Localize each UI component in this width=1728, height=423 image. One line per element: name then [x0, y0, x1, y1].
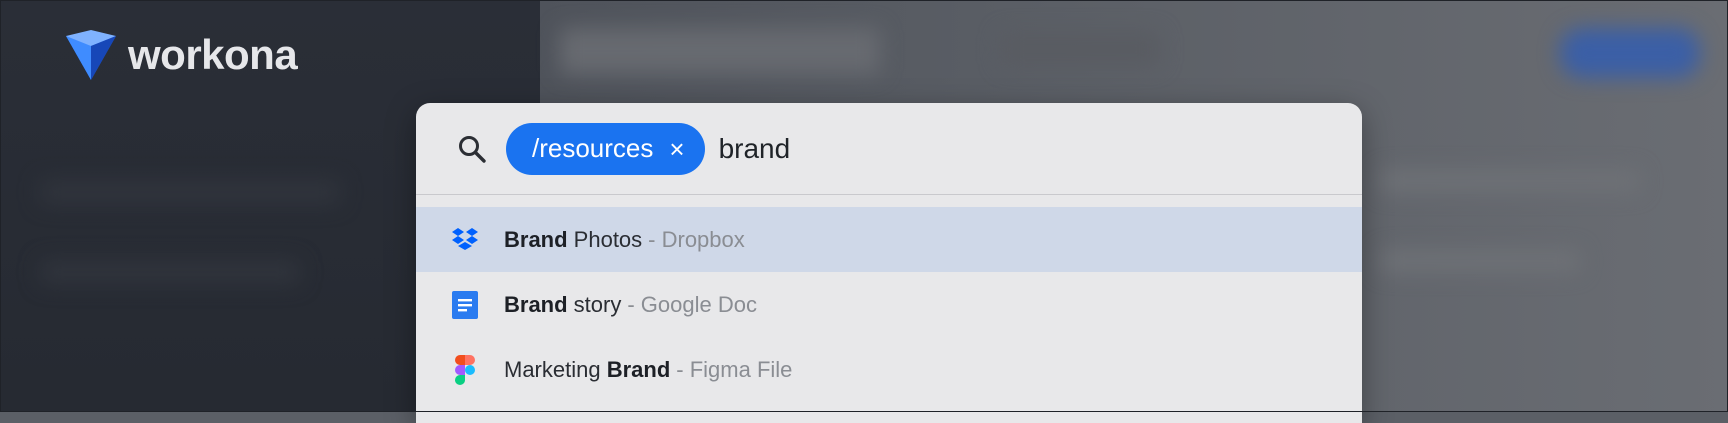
- blurred-element: [1000, 32, 1160, 66]
- resources-filter-chip[interactable]: /resources ×: [506, 122, 705, 175]
- result-item-brand-story[interactable]: Brand story - Google Doc: [416, 272, 1362, 337]
- blurred-element: [560, 28, 880, 74]
- search-icon: [459, 135, 486, 163]
- workona-logo: workona: [64, 28, 298, 82]
- result-match: Brand: [504, 226, 568, 252]
- result-item-marketing-brand[interactable]: Marketing Brand - Figma File: [416, 337, 1362, 402]
- results-list: Brand Photos - Dropbox Brand story - Goo…: [416, 195, 1362, 402]
- brand-name: workona: [128, 31, 298, 78]
- blurred-element: [40, 180, 340, 204]
- blurred-element: [1380, 170, 1640, 192]
- blurred-element: [40, 260, 300, 284]
- result-source: - Google Doc: [627, 291, 757, 317]
- result-item-brand-photos[interactable]: Brand Photos - Dropbox: [416, 207, 1362, 272]
- search-bar[interactable]: /resources × brand: [416, 103, 1362, 195]
- blurred-button: [1560, 28, 1700, 78]
- workona-logo-icon: [66, 30, 116, 80]
- google-doc-icon: [450, 290, 480, 320]
- result-source: - Figma File: [676, 356, 793, 382]
- search-input[interactable]: brand: [719, 133, 791, 165]
- command-palette: /resources × brand Brand Photos - Dropbo…: [416, 103, 1362, 423]
- result-title: Marketing: [504, 356, 607, 382]
- figma-icon: [450, 354, 480, 385]
- result-match: Brand: [606, 356, 671, 382]
- result-title: Photos: [567, 226, 643, 252]
- blurred-element: [1380, 250, 1580, 272]
- filter-chip-label: /resources: [532, 133, 654, 163]
- dropbox-icon: [450, 225, 480, 255]
- result-match: Brand: [504, 291, 568, 317]
- result-source: - Dropbox: [648, 226, 745, 252]
- result-title: story: [567, 291, 622, 317]
- close-icon[interactable]: ×: [669, 136, 684, 162]
